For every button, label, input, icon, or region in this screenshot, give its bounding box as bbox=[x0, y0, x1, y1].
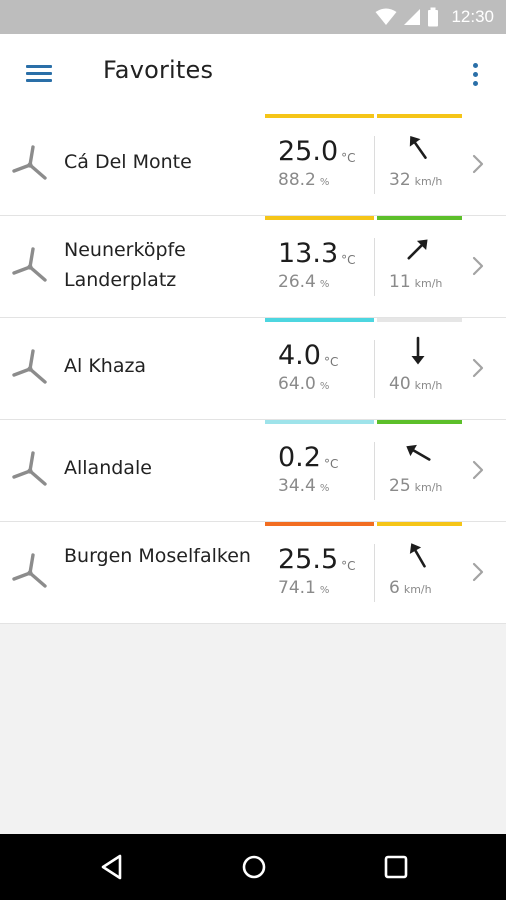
location-name: Allandale bbox=[64, 457, 152, 479]
humidity-value: 34.4% bbox=[278, 476, 330, 496]
wifi-icon bbox=[375, 8, 397, 25]
wind-unit: km/h bbox=[414, 277, 443, 290]
chevron-right-icon[interactable] bbox=[471, 560, 485, 584]
temperature-value: 13.3 °C bbox=[278, 238, 356, 269]
humidity-unit: % bbox=[319, 483, 330, 494]
wind-color-bar bbox=[377, 114, 462, 118]
temperature-color-bar bbox=[265, 420, 374, 424]
chevron-right-icon[interactable] bbox=[471, 458, 485, 482]
favorite-row[interactable]: Neunerköpfe Landerplatz 13.3 °C 26.4% 11 k… bbox=[0, 216, 506, 318]
chevron-right-icon[interactable] bbox=[471, 254, 485, 278]
wind-unit: km/h bbox=[403, 583, 432, 596]
wind-turbine-icon bbox=[12, 247, 47, 282]
wind-turbine-icon bbox=[12, 349, 47, 384]
wind-speed: 11 km/h bbox=[389, 272, 443, 292]
status-time: 12:30 bbox=[451, 7, 494, 26]
wind-color-bar bbox=[377, 216, 462, 220]
column-divider bbox=[374, 544, 375, 602]
back-icon[interactable] bbox=[98, 852, 128, 882]
location-name: Burgen Moselfalken bbox=[64, 545, 251, 567]
favorite-row[interactable]: Allandale 0.2 °C 34.4% 25 km/h bbox=[0, 420, 506, 522]
more-vert-icon[interactable] bbox=[468, 60, 484, 90]
temperature-unit: °C bbox=[341, 151, 356, 165]
wind-direction-arrow-icon bbox=[406, 444, 431, 461]
home-icon[interactable] bbox=[239, 852, 269, 882]
page-title: Favorites bbox=[103, 56, 214, 84]
humidity-unit: % bbox=[319, 279, 330, 290]
temperature-unit: °C bbox=[323, 457, 339, 471]
status-bar: 12:30 bbox=[0, 0, 506, 34]
chevron-right-icon[interactable] bbox=[471, 356, 485, 380]
wind-direction-arrow-icon bbox=[409, 543, 426, 568]
hamburger-menu-icon[interactable] bbox=[26, 61, 54, 85]
humidity-unit: % bbox=[319, 177, 330, 188]
humidity-unit: % bbox=[319, 381, 330, 392]
wind-color-bar bbox=[377, 318, 462, 322]
wind-turbine-icon bbox=[12, 553, 47, 588]
humidity-value: 26.4% bbox=[278, 272, 330, 292]
location-name: Neunerköpfe Landerplatz bbox=[64, 239, 186, 291]
temperature-color-bar bbox=[265, 114, 374, 118]
wind-speed: 25 km/h bbox=[389, 476, 443, 496]
temperature-unit: °C bbox=[341, 559, 356, 573]
app-bar: Favorites bbox=[0, 34, 506, 115]
wind-turbine-icon bbox=[12, 145, 47, 180]
wind-direction-arrow-icon bbox=[411, 336, 425, 365]
temperature-color-bar bbox=[265, 216, 374, 220]
column-divider bbox=[374, 340, 375, 398]
temperature-unit: °C bbox=[323, 355, 339, 369]
temperature-value: 4.0 °C bbox=[278, 340, 339, 371]
battery-icon bbox=[428, 7, 439, 27]
wind-direction-arrow-icon bbox=[407, 239, 428, 260]
location-name: Cá Del Monte bbox=[64, 151, 192, 173]
chevron-right-icon[interactable] bbox=[471, 152, 485, 176]
temperature-color-bar bbox=[265, 318, 374, 322]
temperature-value: 25.0 °C bbox=[278, 136, 356, 167]
wind-turbine-icon bbox=[12, 451, 47, 486]
temperature-unit: °C bbox=[341, 253, 356, 267]
temperature-color-bar bbox=[265, 522, 374, 526]
humidity-value: 88.2% bbox=[278, 170, 330, 190]
column-divider bbox=[374, 442, 375, 500]
column-divider bbox=[374, 136, 375, 194]
favorite-row[interactable]: Burgen Moselfalken 25.5 °C 74.1% 6 km/h bbox=[0, 522, 506, 624]
wind-color-bar bbox=[377, 522, 462, 526]
recents-icon[interactable] bbox=[381, 852, 411, 882]
humidity-unit: % bbox=[319, 585, 330, 596]
wind-unit: km/h bbox=[414, 379, 443, 392]
location-name: Al Khaza bbox=[64, 355, 147, 377]
wind-speed: 40 km/h bbox=[389, 374, 443, 394]
humidity-value: 74.1% bbox=[278, 578, 330, 598]
favorites-list: Cá Del Monte 25.0 °C 88.2% 32 km/h Neunerk… bbox=[0, 114, 506, 624]
wind-speed: 6 km/h bbox=[389, 578, 432, 598]
wind-unit: km/h bbox=[414, 175, 443, 188]
cell-signal-icon bbox=[404, 9, 421, 25]
wind-speed: 32 km/h bbox=[389, 170, 443, 190]
column-divider bbox=[374, 238, 375, 296]
wind-color-bar bbox=[377, 420, 462, 424]
humidity-value: 64.0% bbox=[278, 374, 330, 394]
wind-unit: km/h bbox=[414, 481, 443, 494]
favorite-row[interactable]: Al Khaza 4.0 °C 64.0% 40 km/h bbox=[0, 318, 506, 420]
wind-direction-arrow-icon bbox=[409, 135, 427, 159]
temperature-value: 0.2 °C bbox=[278, 442, 339, 473]
system-nav-bar bbox=[0, 834, 506, 900]
temperature-value: 25.5 °C bbox=[278, 544, 356, 575]
favorite-row[interactable]: Cá Del Monte 25.0 °C 88.2% 32 km/h bbox=[0, 114, 506, 216]
